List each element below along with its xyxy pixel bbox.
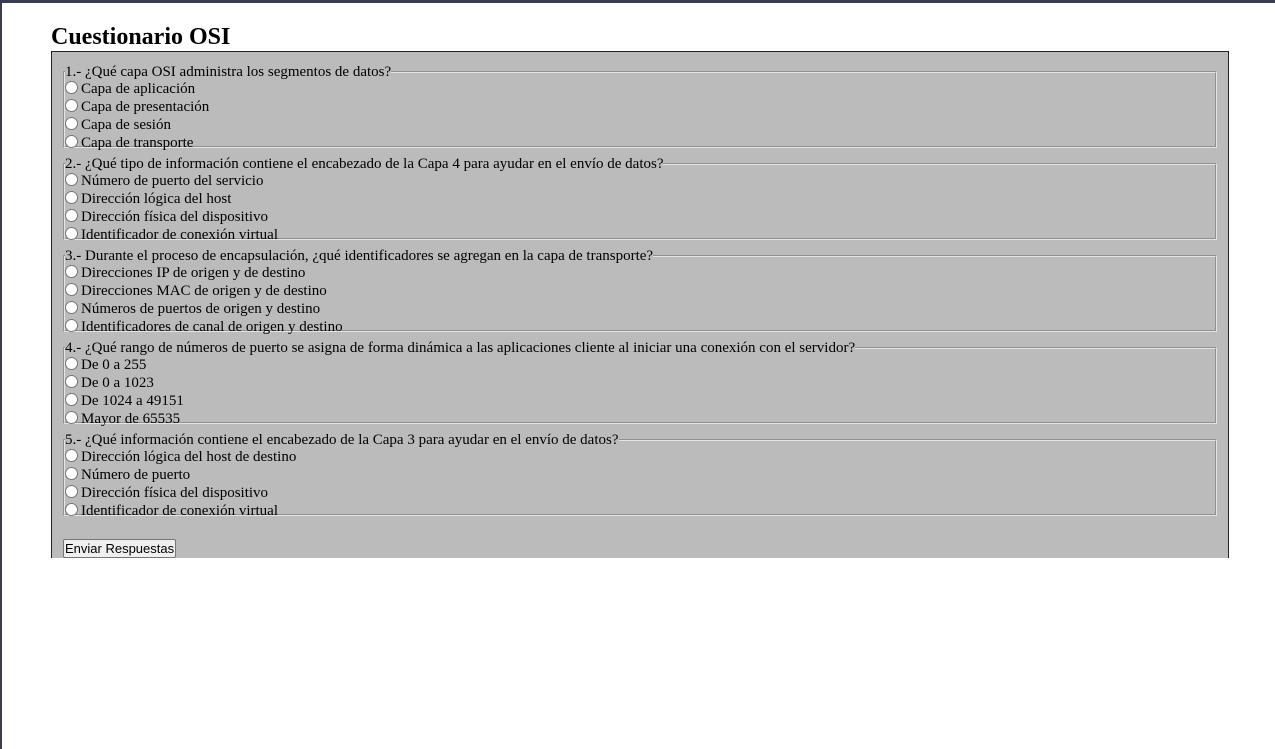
question-4-option-1[interactable]: De 0 a 255 [65,356,1215,374]
question-5-option-2[interactable]: Número de puerto [65,466,1215,484]
option-label[interactable]: Números de puertos de origen y destino [81,300,320,318]
option-label[interactable]: Dirección física del dispositivo [81,484,268,502]
option-label[interactable]: Identificador de conexión virtual [81,502,278,520]
radio-button[interactable] [65,190,78,204]
question-1-option-1[interactable]: Capa de aplicación [65,80,1215,98]
page-container: Cuestionario OSI 1.- ¿Qué capa OSI admin… [51,23,1229,558]
option-label[interactable]: Mayor de 65535 [81,410,180,428]
option-label[interactable]: Capa de transporte [81,134,193,152]
question-5-text: 5.- ¿Qué información contiene el encabez… [65,432,619,448]
option-label[interactable]: Número de puerto [81,466,190,484]
radio-button[interactable] [65,208,78,222]
question-4-option-2[interactable]: De 0 a 1023 [65,374,1215,392]
question-2-text: 2.- ¿Qué tipo de información contiene el… [65,156,664,172]
question-3-text: 3.- Durante el proceso de encapsulación,… [65,248,654,264]
submit-answers-button[interactable]: Enviar Respuestas [63,539,177,558]
radio-button[interactable] [65,300,78,314]
radio-button[interactable] [65,466,78,480]
question-2-option-1[interactable]: Número de puerto del servicio [65,172,1215,190]
radio-button[interactable] [65,410,78,424]
radio-button[interactable] [65,374,78,388]
question-5-option-4[interactable]: Identificador de conexión virtual [65,502,1215,520]
question-2-option-2[interactable]: Dirección lógica del host [65,190,1215,208]
option-label[interactable]: Capa de aplicación [81,80,195,98]
question-2-option-3[interactable]: Dirección física del dispositivo [65,208,1215,226]
option-label[interactable]: De 1024 a 49151 [81,392,184,410]
option-label[interactable]: Número de puerto del servicio [81,172,263,190]
radio-button[interactable] [65,356,78,370]
option-label[interactable]: Direcciones IP de origen y de destino [81,264,305,282]
question-5-option-1[interactable]: Dirección lógica del host de destino [65,448,1215,466]
radio-button[interactable] [65,392,78,406]
radio-button[interactable] [65,116,78,130]
question-1-option-2[interactable]: Capa de presentación [65,98,1215,116]
radio-button[interactable] [65,448,78,462]
option-label[interactable]: Identificadores de canal de origen y des… [81,318,343,336]
radio-button[interactable] [65,318,78,332]
radio-button[interactable] [65,134,78,148]
option-label[interactable]: Dirección lógica del host [81,190,231,208]
submit-row: Enviar Respuestas [63,539,177,558]
question-4: 4.- ¿Qué rango de números de puerto se a… [63,340,1217,427]
question-3-option-1[interactable]: Direcciones IP de origen y de destino [65,264,1215,282]
question-3-option-3[interactable]: Números de puertos de origen y destino [65,300,1215,318]
radio-button[interactable] [65,264,78,278]
radio-button[interactable] [65,502,78,516]
option-label[interactable]: Capa de sesión [81,116,171,134]
option-label[interactable]: De 0 a 255 [81,356,146,374]
question-1-option-4[interactable]: Capa de transporte [65,134,1215,152]
question-4-option-3[interactable]: De 1024 a 49151 [65,392,1215,410]
quiz-form: 1.- ¿Qué capa OSI administra los segment… [51,51,1229,558]
radio-button[interactable] [65,484,78,498]
radio-button[interactable] [65,172,78,186]
page-title: Cuestionario OSI [51,24,231,50]
radio-button[interactable] [65,282,78,296]
option-label[interactable]: De 0 a 1023 [81,374,154,392]
option-label[interactable]: Dirección física del dispositivo [81,208,268,226]
option-label[interactable]: Identificador de conexión virtual [81,226,278,244]
radio-button[interactable] [65,98,78,112]
question-2: 2.- ¿Qué tipo de información contiene el… [63,156,1217,243]
radio-button[interactable] [65,80,78,94]
option-label[interactable]: Dirección lógica del host de destino [81,448,296,466]
question-4-text: 4.- ¿Qué rango de números de puerto se a… [65,340,856,356]
question-3: 3.- Durante el proceso de encapsulación,… [63,248,1217,335]
radio-button[interactable] [65,226,78,240]
option-label[interactable]: Capa de presentación [81,98,209,116]
question-1: 1.- ¿Qué capa OSI administra los segment… [63,64,1217,151]
question-1-text: 1.- ¿Qué capa OSI administra los segment… [65,64,392,80]
option-label[interactable]: Direcciones MAC de origen y de destino [81,282,327,300]
question-1-option-3[interactable]: Capa de sesión [65,116,1215,134]
question-2-option-4[interactable]: Identificador de conexión virtual [65,226,1215,244]
question-4-option-4[interactable]: Mayor de 65535 [65,410,1215,428]
question-3-option-4[interactable]: Identificadores de canal de origen y des… [65,318,1215,336]
question-3-option-2[interactable]: Direcciones MAC de origen y de destino [65,282,1215,300]
question-5-option-3[interactable]: Dirección física del dispositivo [65,484,1215,502]
question-5: 5.- ¿Qué información contiene el encabez… [63,432,1217,519]
